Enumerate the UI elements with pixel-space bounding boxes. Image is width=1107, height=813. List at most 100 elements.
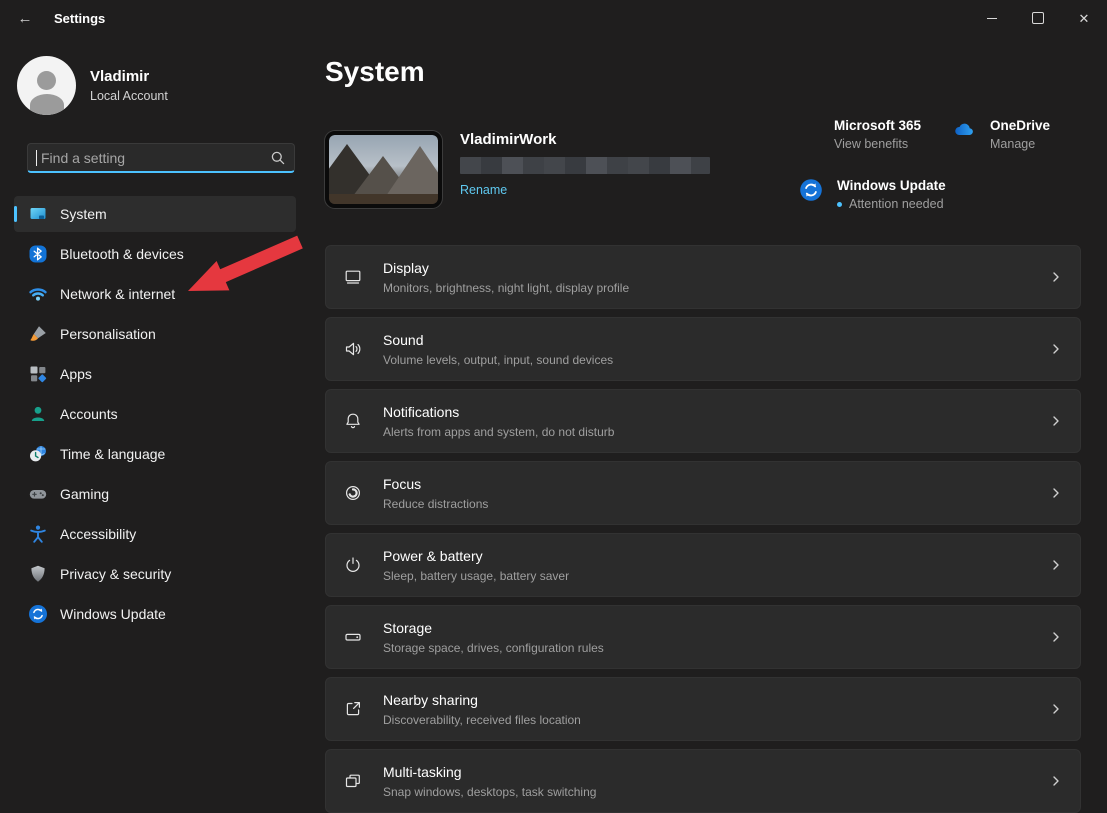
onedrive-icon [952, 118, 976, 142]
page-title: System [325, 56, 425, 88]
status-subtitle: View benefits [834, 137, 908, 151]
user-name: Vladimir [90, 68, 168, 85]
status-subtitle: Manage [990, 137, 1035, 151]
chevron-right-icon [1048, 269, 1064, 285]
display-icon [343, 267, 363, 287]
person-icon [28, 404, 48, 424]
sidebar-item-apps[interactable]: Apps [14, 356, 296, 392]
sidebar-item-label: Accessibility [60, 526, 136, 542]
sidebar-item-label: Gaming [60, 486, 109, 502]
back-button[interactable]: ← [8, 5, 42, 31]
sidebar-item-personalisation[interactable]: Personalisation [14, 316, 296, 352]
setting-row-power-battery[interactable]: Power & battery Sleep, battery usage, ba… [325, 533, 1081, 597]
setting-row-notifications[interactable]: Notifications Alerts from apps and syste… [325, 389, 1081, 453]
avatar [17, 56, 76, 115]
system-icon [28, 204, 48, 224]
sidebar-item-label: Time & language [60, 446, 165, 462]
sidebar-item-time-language[interactable]: Time & language [14, 436, 296, 472]
sidebar-item-windows-update[interactable]: Windows Update [14, 596, 296, 632]
sidebar-item-label: Accounts [60, 406, 118, 422]
back-arrow-icon: ← [18, 10, 33, 27]
setting-row-storage[interactable]: Storage Storage space, drives, configura… [325, 605, 1081, 669]
setting-row-nearby-sharing[interactable]: Nearby sharing Discoverability, received… [325, 677, 1081, 741]
setting-row-multi-tasking[interactable]: Multi-tasking Snap windows, desktops, ta… [325, 749, 1081, 813]
chevron-right-icon [1048, 341, 1064, 357]
main-content: System VladimirWork Rename Microsoft 365… [325, 0, 1081, 789]
search-icon[interactable] [270, 150, 286, 166]
row-subtitle: Storage space, drives, configuration rul… [383, 641, 1048, 655]
sidebar-item-bluetooth-devices[interactable]: Bluetooth & devices [14, 236, 296, 272]
row-title: Notifications [383, 404, 1048, 420]
chevron-right-icon [1048, 413, 1064, 429]
microsoft-365-icon [799, 118, 820, 139]
setting-row-focus[interactable]: Focus Reduce distractions [325, 461, 1081, 525]
speaker-icon [343, 339, 363, 359]
accessibility-person-icon [28, 524, 48, 544]
status-title: Microsoft 365 [834, 118, 921, 133]
row-subtitle: Snap windows, desktops, task switching [383, 785, 1048, 799]
search-input[interactable] [39, 149, 270, 167]
power-icon [343, 555, 363, 575]
text-caret [36, 150, 37, 166]
gamepad-icon [28, 484, 48, 504]
setting-row-display[interactable]: Display Monitors, brightness, night ligh… [325, 245, 1081, 309]
paintbrush-icon [28, 324, 48, 344]
redacted-text [460, 157, 710, 174]
chevron-right-icon [1048, 773, 1064, 789]
status-card-onedrive[interactable]: OneDrive Manage [952, 118, 1050, 151]
chevron-right-icon [1048, 701, 1064, 717]
selected-indicator [14, 206, 17, 222]
sidebar-item-label: Apps [60, 366, 92, 382]
row-title: Multi-tasking [383, 764, 1048, 780]
sidebar-item-label: System [60, 206, 107, 222]
sidebar-item-label: Bluetooth & devices [60, 246, 184, 262]
row-title: Power & battery [383, 548, 1048, 564]
chevron-right-icon [1048, 485, 1064, 501]
status-title: OneDrive [990, 118, 1050, 133]
sidebar-item-network-internet[interactable]: Network & internet [14, 276, 296, 312]
status-card-microsoft-365[interactable]: Microsoft 365 View benefits [799, 118, 921, 151]
windows-stack-icon [343, 771, 363, 791]
sidebar-item-label: Windows Update [60, 606, 166, 622]
row-title: Focus [383, 476, 1048, 492]
setting-row-sound[interactable]: Sound Volume levels, output, input, soun… [325, 317, 1081, 381]
sidebar-item-label: Network & internet [60, 286, 175, 302]
status-card-windows-update[interactable]: Windows Update Attention needed [799, 178, 946, 211]
user-profile[interactable]: Vladimir Local Account [17, 56, 168, 115]
device-name: VladimirWork [460, 131, 710, 148]
clock-globe-icon [28, 444, 48, 464]
shield-icon [28, 564, 48, 584]
drive-icon [343, 627, 363, 647]
sidebar-item-gaming[interactable]: Gaming [14, 476, 296, 512]
status-subtitle: Attention needed [849, 197, 944, 211]
row-subtitle: Reduce distractions [383, 497, 1048, 511]
row-title: Storage [383, 620, 1048, 636]
rename-link[interactable]: Rename [460, 183, 710, 197]
sidebar-item-privacy-security[interactable]: Privacy & security [14, 556, 296, 592]
windows-update-icon [28, 604, 48, 624]
row-subtitle: Alerts from apps and system, do not dist… [383, 425, 1048, 439]
sidebar-item-system[interactable]: System [14, 196, 296, 232]
sidebar-nav: System Bluetooth & devices Network & int… [14, 196, 296, 636]
alert-dot [837, 202, 842, 207]
search-box[interactable] [27, 143, 295, 173]
bluetooth-icon [28, 244, 48, 264]
focus-icon [343, 483, 363, 503]
status-title: Windows Update [837, 178, 946, 193]
row-subtitle: Sleep, battery usage, battery saver [383, 569, 1048, 583]
row-title: Nearby sharing [383, 692, 1048, 708]
settings-list: Display Monitors, brightness, night ligh… [325, 245, 1081, 813]
wifi-icon [28, 284, 48, 304]
row-subtitle: Volume levels, output, input, sound devi… [383, 353, 1048, 367]
row-subtitle: Monitors, brightness, night light, displ… [383, 281, 1048, 295]
share-icon [343, 699, 363, 719]
row-subtitle: Discoverability, received files location [383, 713, 1048, 727]
row-title: Display [383, 260, 1048, 276]
sidebar-item-label: Privacy & security [60, 566, 171, 582]
sidebar-item-accounts[interactable]: Accounts [14, 396, 296, 432]
sidebar-item-label: Personalisation [60, 326, 156, 342]
bell-icon [343, 411, 363, 431]
apps-grid-icon [28, 364, 48, 384]
sidebar-item-accessibility[interactable]: Accessibility [14, 516, 296, 552]
row-title: Sound [383, 332, 1048, 348]
